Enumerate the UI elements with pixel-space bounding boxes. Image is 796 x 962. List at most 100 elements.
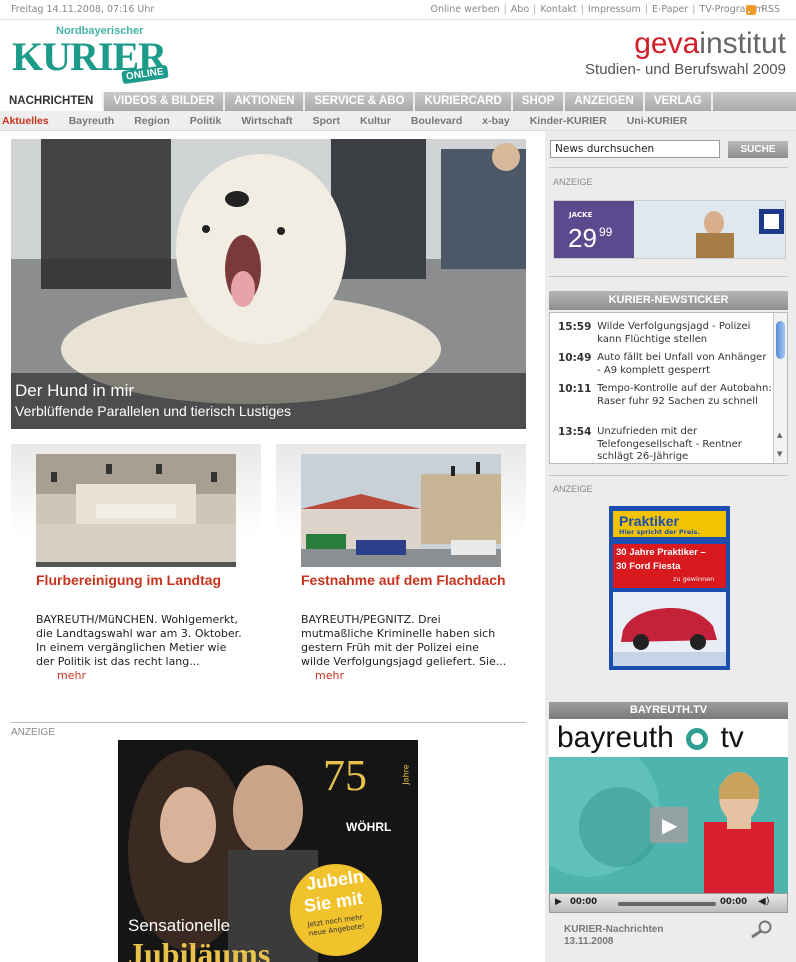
volume-icon[interactable]: ◀) bbox=[758, 896, 770, 907]
nav-kuriercard[interactable]: KURIERCARD bbox=[415, 92, 513, 111]
search-button[interactable]: SUCHE bbox=[728, 141, 788, 158]
newsticker: 15:59 Wilde Verfolgungsjagd - Polizei ka… bbox=[549, 312, 788, 464]
separator: | bbox=[503, 4, 507, 15]
divider bbox=[549, 167, 788, 168]
bayreuth-tv-header: BAYREUTH.TV bbox=[549, 702, 788, 719]
landtag-photo bbox=[36, 454, 236, 567]
teaser-landtag: Flurbereinigung im Landtag BAYREUTH/MüNC… bbox=[11, 444, 261, 706]
video-controls: ▶ 00:00 00:00 ◀) bbox=[549, 893, 788, 913]
subnav-politik[interactable]: Politik bbox=[180, 111, 232, 130]
teaser-landtag-title[interactable]: Flurbereinigung im Landtag bbox=[36, 572, 241, 589]
teaser-flachdach-more-link[interactable]: mehr bbox=[315, 669, 344, 682]
site-logo[interactable]: Nordbayerischer KURIER ONLINE bbox=[12, 25, 187, 91]
teaser-landtag-text: BAYREUTH/MüNCHEN. Wohlgemerkt, die Landt… bbox=[36, 613, 246, 683]
link-abo[interactable]: Abo bbox=[511, 4, 529, 15]
link-impressum[interactable]: Impressum bbox=[588, 4, 641, 15]
subnav-x-bay[interactable]: x-bay bbox=[472, 111, 519, 130]
woehrl-line-1: Sensationelle bbox=[128, 916, 231, 935]
ticker-scrollbar[interactable]: ▲ ▼ bbox=[773, 313, 787, 463]
video-caption-title: KURIER-Nachrichten bbox=[564, 924, 664, 935]
ticker-time: 15:59 bbox=[558, 321, 592, 333]
ticker-time: 10:49 bbox=[558, 352, 592, 364]
nav-shop[interactable]: SHOP bbox=[513, 92, 566, 111]
ad-label-right-1: ANZEIGE bbox=[553, 177, 593, 187]
bayreuth-tv-logo: bayreuth tv bbox=[549, 719, 788, 757]
subnav-region[interactable]: Region bbox=[124, 111, 180, 130]
ticker-item[interactable]: 13:54 Unzufrieden mit der Telefongesells… bbox=[558, 426, 773, 463]
woehrl-ad[interactable]: 75 Jahre WÖHRL Jubeln Sie mit Jetzt noch… bbox=[118, 740, 418, 962]
ticker-text: Tempo-Kontrolle auf der Autobahn: Raser … bbox=[597, 383, 772, 407]
separator: | bbox=[644, 4, 648, 15]
subnav-kinder-kurier[interactable]: Kinder-KURIER bbox=[520, 111, 617, 130]
play-icon: ▶ bbox=[662, 813, 678, 837]
nav-anzeigen[interactable]: ANZEIGEN bbox=[565, 92, 645, 111]
hero-teaser[interactable]: Der Hund in mir Verblüffende Parallelen … bbox=[11, 139, 526, 429]
magnifier-icon[interactable] bbox=[748, 920, 774, 940]
nav-verlag[interactable]: VERLAG bbox=[645, 92, 713, 111]
hero-title: Der Hund in mir bbox=[15, 381, 135, 400]
ticker-text: Wilde Verfolgungsjagd - Polizei kann Flü… bbox=[597, 321, 751, 345]
btv-logo-a: bayreuth bbox=[557, 721, 674, 754]
play-control-icon[interactable]: ▶ bbox=[555, 897, 562, 907]
praktiker-claim: Hier spricht der Preis. bbox=[619, 528, 700, 536]
teaser-flachdach-body: BAYREUTH/PEGNITZ. Drei mutmaßliche Krimi… bbox=[301, 613, 507, 668]
nav-nachrichten[interactable]: NACHRICHTEN bbox=[0, 92, 105, 111]
newsticker-header: KURIER-NEWSTICKER bbox=[549, 291, 788, 310]
video-player[interactable]: ▶ bbox=[549, 757, 788, 893]
scroll-down-icon[interactable]: ▼ bbox=[777, 450, 782, 458]
subnav-boulevard[interactable]: Boulevard bbox=[401, 111, 472, 130]
ticker-item[interactable]: 10:11 Tempo-Kontrolle auf der Autobahn: … bbox=[558, 383, 773, 408]
scroll-up-icon[interactable]: ▲ bbox=[777, 431, 782, 439]
geva-banner[interactable]: gevainstitut Studien- und Berufswahl 200… bbox=[585, 27, 786, 78]
video-caption-date: 13.11.2008 bbox=[564, 936, 614, 947]
ticker-time: 13:54 bbox=[558, 426, 592, 438]
nav-aktionen[interactable]: AKTIONEN bbox=[225, 92, 306, 111]
flachdach-photo bbox=[301, 454, 501, 567]
jacke-price-box: JACKE 29 99 bbox=[554, 201, 634, 258]
ticker-item[interactable]: 15:59 Wilde Verfolgungsjagd - Polizei ka… bbox=[558, 321, 773, 346]
teaser-landtag-more-link[interactable]: mehr bbox=[57, 669, 86, 682]
divider bbox=[549, 276, 788, 277]
woehrl-line-2: Jubiläums bbox=[128, 936, 271, 962]
link-kontakt[interactable]: Kontakt bbox=[540, 4, 576, 15]
video-caption[interactable]: KURIER-Nachrichten 13.11.2008 bbox=[564, 924, 663, 948]
divider bbox=[549, 475, 788, 476]
teaser-flachdach: Festnahme auf dem Flachdach BAYREUTH/PEG… bbox=[276, 444, 526, 706]
teaser-landtag-image[interactable] bbox=[36, 454, 236, 567]
ford-fiesta-image bbox=[613, 592, 726, 666]
hero-subtitle: Verblüffende Parallelen und tierisch Lus… bbox=[15, 403, 292, 419]
subnav-uni-kurier[interactable]: Uni-KURIER bbox=[617, 111, 698, 130]
btv-logo-b: tv bbox=[720, 721, 744, 754]
separator: | bbox=[692, 4, 696, 15]
woehrl-jahre: Jahre bbox=[401, 764, 411, 785]
top-bar: Freitag 14.11.2008, 07:16 Uhr Online wer… bbox=[0, 0, 796, 20]
link-online-werben[interactable]: Online werben bbox=[431, 4, 500, 15]
video-time-elapsed: 00:00 bbox=[570, 897, 598, 907]
teaser-flachdach-text: BAYREUTH/PEGNITZ. Drei mutmaßliche Krimi… bbox=[301, 613, 511, 683]
subnav-aktuelles[interactable]: Aktuelles bbox=[0, 111, 59, 130]
woehrl-75: 75 bbox=[323, 751, 367, 800]
teaser-landtag-body: BAYREUTH/MüNCHEN. Wohlgemerkt, die Landt… bbox=[36, 613, 242, 668]
nav-service-abo[interactable]: SERVICE & ABO bbox=[305, 92, 416, 111]
subnav-kultur[interactable]: Kultur bbox=[350, 111, 401, 130]
geva-brand-b: institut bbox=[699, 27, 786, 60]
search-input[interactable] bbox=[550, 140, 720, 158]
divider bbox=[11, 722, 526, 723]
video-progress-bar[interactable] bbox=[618, 902, 716, 906]
praktiker-ad[interactable]: Praktiker Hier spricht der Preis. 30 Jah… bbox=[609, 506, 730, 670]
jacke-cents: 99 bbox=[599, 225, 613, 239]
ticker-scroll-thumb[interactable] bbox=[776, 321, 785, 359]
teaser-flachdach-image[interactable] bbox=[301, 454, 501, 567]
sub-nav: Aktuelles Bayreuth Region Politik Wirtsc… bbox=[0, 111, 796, 131]
jacke-ad[interactable]: JACKE 29 99 bbox=[553, 200, 786, 259]
ticker-item[interactable]: 10:49 Auto fällt bei Unfall von Anhänger… bbox=[558, 352, 773, 377]
subnav-bayreuth[interactable]: Bayreuth bbox=[59, 111, 125, 130]
separator: | bbox=[533, 4, 537, 15]
subnav-sport[interactable]: Sport bbox=[303, 111, 350, 130]
teaser-flachdach-title[interactable]: Festnahme auf dem Flachdach bbox=[301, 572, 506, 589]
subnav-wirtschaft[interactable]: Wirtschaft bbox=[231, 111, 302, 130]
rss-link[interactable]: RSS bbox=[746, 4, 780, 15]
play-button[interactable]: ▶ bbox=[650, 807, 688, 843]
nav-videos-bilder[interactable]: VIDEOS & BILDER bbox=[104, 92, 226, 111]
link-e-paper[interactable]: E-Paper bbox=[652, 4, 688, 15]
